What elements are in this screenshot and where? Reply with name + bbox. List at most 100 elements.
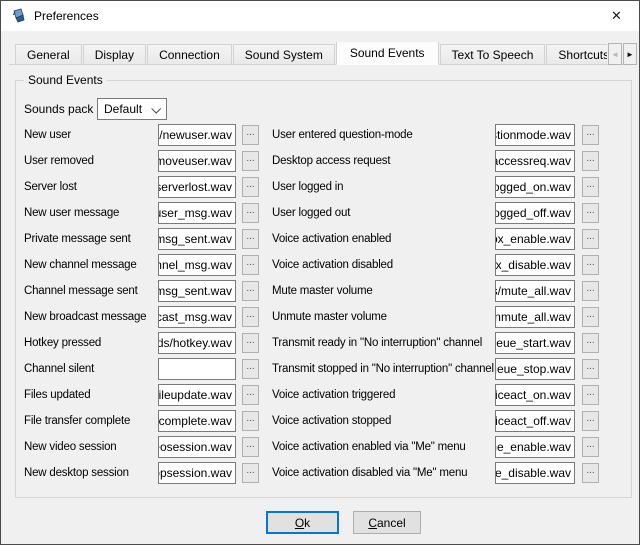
sound-event-row: User removedemoveuser.wav... <box>24 150 259 172</box>
browse-button[interactable]: ... <box>242 255 259 275</box>
sound-event-label: Unmute master volume <box>272 311 495 323</box>
sound-file-value: ueue_start.wav <box>495 336 571 350</box>
sounds-pack-select[interactable]: Default <box>97 98 167 120</box>
sound-event-label: Hotkey pressed <box>24 337 158 349</box>
browse-button[interactable]: ... <box>582 255 599 275</box>
browse-button[interactable]: ... <box>582 359 599 379</box>
sound-file-field[interactable]: ox_disable.wav <box>495 254 575 276</box>
sound-file-field[interactable]: ox_enable.wav <box>495 228 575 250</box>
browse-button[interactable]: ... <box>242 385 259 405</box>
sound-file-field[interactable]: /user_msg.wav <box>158 202 236 224</box>
sound-event-label: Mute master volume <box>272 285 495 297</box>
sound-file-field[interactable] <box>158 358 236 380</box>
sound-file-field[interactable]: emoveuser.wav <box>158 150 236 172</box>
sound-event-row: Transmit stopped in "No interruption" ch… <box>272 358 599 380</box>
sound-event-row: Voice activation stoppedoiceact_off.wav.… <box>272 410 599 432</box>
browse-button[interactable]: ... <box>242 281 259 301</box>
browse-button[interactable]: ... <box>582 437 599 457</box>
browse-button[interactable]: ... <box>242 307 259 327</box>
sound-file-field[interactable]: _complete.wav <box>158 410 236 432</box>
sound-event-label: User entered question-mode <box>272 129 495 141</box>
browse-button[interactable]: ... <box>242 229 259 249</box>
ok-button[interactable]: Ok <box>266 511 339 534</box>
browse-button[interactable]: ... <box>242 437 259 457</box>
close-button[interactable]: ✕ <box>594 1 639 31</box>
sound-file-field[interactable]: stionmode.wav <box>495 124 575 146</box>
sound-file-value: topsession.wav <box>158 466 232 480</box>
sound-file-value: ne_disable.wav <box>495 466 571 480</box>
tab-scroll-right-icon[interactable]: ► <box>623 43 637 65</box>
sound-file-field[interactable]: s/newuser.wav <box>158 124 236 146</box>
sound-file-field[interactable]: ne_enable.wav <box>495 436 575 458</box>
browse-button[interactable]: ... <box>242 151 259 171</box>
sound-file-field[interactable]: unmute_all.wav <box>495 306 575 328</box>
sound-file-value: ox_disable.wav <box>495 258 571 272</box>
browse-button[interactable]: ... <box>242 125 259 145</box>
browse-button[interactable]: ... <box>582 151 599 171</box>
sound-file-field[interactable]: logged_on.wav <box>495 176 575 198</box>
browse-button[interactable]: ... <box>582 281 599 301</box>
sound-file-field[interactable]: ds/hotkey.wav <box>158 332 236 354</box>
sound-file-field[interactable]: /fileupdate.wav <box>158 384 236 406</box>
browse-button[interactable]: ... <box>582 229 599 249</box>
browse-button[interactable]: ... <box>242 203 259 223</box>
sound-file-field[interactable]: deosession.wav <box>158 436 236 458</box>
browse-button[interactable]: ... <box>582 385 599 405</box>
browse-button[interactable]: ... <box>242 333 259 353</box>
sound-file-field[interactable]: annel_msg.wav <box>158 254 236 276</box>
sound-event-row: Transmit ready in "No interruption" chan… <box>272 332 599 354</box>
tab-sound-system[interactable]: Sound System <box>233 44 335 65</box>
sound-file-field[interactable]: dcast_msg.wav <box>158 306 236 328</box>
tab-connection[interactable]: Connection <box>147 44 232 65</box>
sound-event-row: New user message/user_msg.wav... <box>24 202 259 224</box>
sound-file-field[interactable]: oiceact_on.wav <box>495 384 575 406</box>
sound-event-label: Transmit ready in "No interruption" chan… <box>272 337 495 349</box>
sound-event-row: Voice activation triggeredoiceact_on.wav… <box>272 384 599 406</box>
sound-file-field[interactable]: _msg_sent.wav <box>158 228 236 250</box>
sound-event-label: Transmit stopped in "No interruption" ch… <box>272 363 495 375</box>
sound-file-value: unmute_all.wav <box>495 310 571 324</box>
cancel-button[interactable]: Cancel <box>353 511 421 534</box>
sound-file-field[interactable]: oiceact_off.wav <box>495 410 575 432</box>
browse-button[interactable]: ... <box>242 177 259 197</box>
browse-button[interactable]: ... <box>242 463 259 483</box>
sound-file-field[interactable]: ogged_off.wav <box>495 202 575 224</box>
tab-shortcuts[interactable]: Shortcuts <box>546 44 607 65</box>
sound-file-field[interactable]: s/mute_all.wav <box>495 280 575 302</box>
browse-button[interactable]: ... <box>582 203 599 223</box>
browse-button[interactable]: ... <box>242 411 259 431</box>
sounds-pack-row: Sounds pack Default <box>24 98 167 120</box>
tab-general[interactable]: General <box>15 44 82 65</box>
sound-file-field[interactable]: ueue_stop.wav <box>495 358 575 380</box>
sound-file-field[interactable]: ne_disable.wav <box>495 462 575 484</box>
sound-event-row: Voice activation disabledox_disable.wav.… <box>272 254 599 276</box>
sound-event-row: User logged outogged_off.wav... <box>272 202 599 224</box>
tab-scroll-left-icon[interactable]: ◄ <box>608 43 622 65</box>
sound-file-field[interactable]: /serverlost.wav <box>158 176 236 198</box>
sound-file-value: /serverlost.wav <box>158 180 232 194</box>
sound-file-field[interactable]: accessreq.wav <box>495 150 575 172</box>
sound-file-field[interactable]: ueue_start.wav <box>495 332 575 354</box>
sounds-pack-value: Default <box>104 102 142 116</box>
browse-button[interactable]: ... <box>242 359 259 379</box>
browse-button[interactable]: ... <box>582 125 599 145</box>
sound-event-row: File transfer complete_complete.wav... <box>24 410 259 432</box>
browse-button[interactable]: ... <box>582 333 599 353</box>
sound-file-field[interactable]: topsession.wav <box>158 462 236 484</box>
sound-file-value: annel_msg.wav <box>158 258 232 272</box>
sound-file-field[interactable]: _msg_sent.wav <box>158 280 236 302</box>
tab-sound-events[interactable]: Sound Events <box>336 42 439 65</box>
browse-button[interactable]: ... <box>582 463 599 483</box>
browse-button[interactable]: ... <box>582 411 599 431</box>
sound-file-value: _complete.wav <box>158 414 232 428</box>
sound-event-label: New user <box>24 129 158 141</box>
sound-event-row: Files updated/fileupdate.wav... <box>24 384 259 406</box>
sound-event-label: User removed <box>24 155 158 167</box>
tab-display[interactable]: Display <box>83 44 146 65</box>
tab-text-to-speech[interactable]: Text To Speech <box>440 44 546 65</box>
browse-button[interactable]: ... <box>582 177 599 197</box>
window-title: Preferences <box>34 9 99 23</box>
sounds-pack-label: Sounds pack <box>24 102 97 116</box>
browse-button[interactable]: ... <box>582 307 599 327</box>
sound-event-row: Hotkey pressedds/hotkey.wav... <box>24 332 259 354</box>
